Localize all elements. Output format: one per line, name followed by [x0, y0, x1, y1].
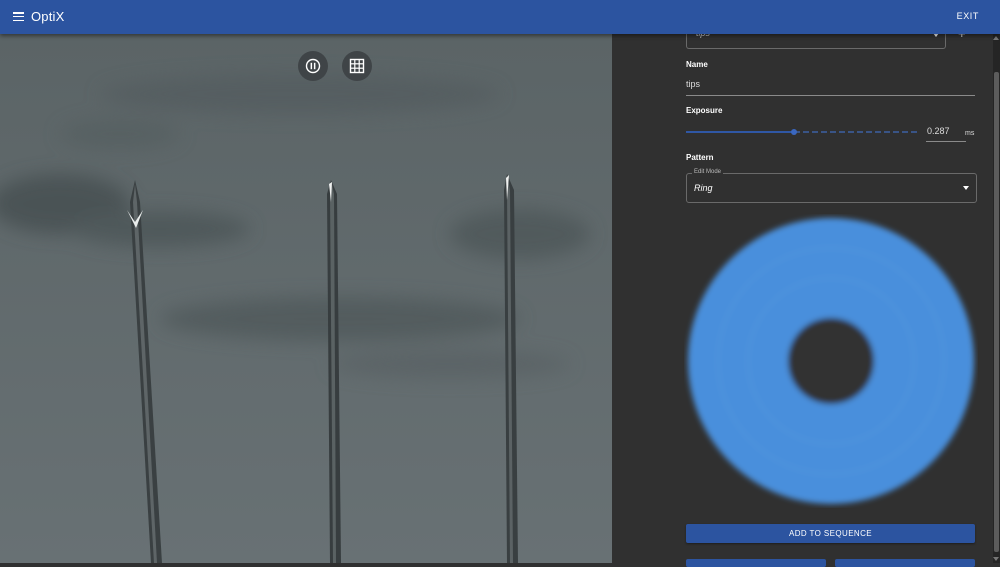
exposure-slider[interactable] [686, 127, 917, 137]
slider-fill [686, 131, 794, 133]
action-button-right[interactable] [835, 559, 975, 567]
panel-scrollbar[interactable] [993, 34, 1000, 563]
exposure-unit: ms [965, 130, 975, 137]
scroll-down-icon[interactable] [993, 557, 999, 561]
slider-thumb[interactable] [791, 128, 797, 135]
edit-mode-select[interactable]: Edit Mode Ring [686, 169, 977, 203]
grid-button[interactable] [342, 51, 372, 81]
camera-view [0, 34, 612, 563]
exit-button[interactable]: EXIT [957, 11, 979, 21]
pattern-label: Pattern [686, 153, 714, 162]
pause-button[interactable] [298, 51, 328, 81]
menu-icon[interactable] [13, 12, 24, 22]
scroll-up-icon[interactable] [993, 36, 999, 40]
name-input[interactable]: tips [686, 79, 975, 96]
chevron-down-icon [963, 186, 969, 190]
camera-image [0, 34, 612, 563]
grid-icon [349, 58, 365, 74]
exposure-label: Exposure [686, 106, 723, 115]
action-button-left[interactable] [686, 559, 826, 567]
app-bar: OptiX EXIT [0, 0, 1000, 34]
edit-mode-label: Edit Mode [692, 169, 724, 175]
add-to-sequence-button[interactable]: ADD TO SEQUENCE [686, 524, 975, 543]
app-title: OptiX [31, 9, 65, 24]
name-label: Name [686, 60, 708, 69]
scrollbar-thumb[interactable] [994, 72, 999, 552]
ring-pattern [688, 218, 974, 504]
pattern-preview[interactable] [684, 214, 978, 508]
exposure-input[interactable]: 0.287 [926, 126, 966, 142]
pause-circle-icon [305, 58, 321, 74]
edit-mode-value: Ring [694, 183, 713, 193]
